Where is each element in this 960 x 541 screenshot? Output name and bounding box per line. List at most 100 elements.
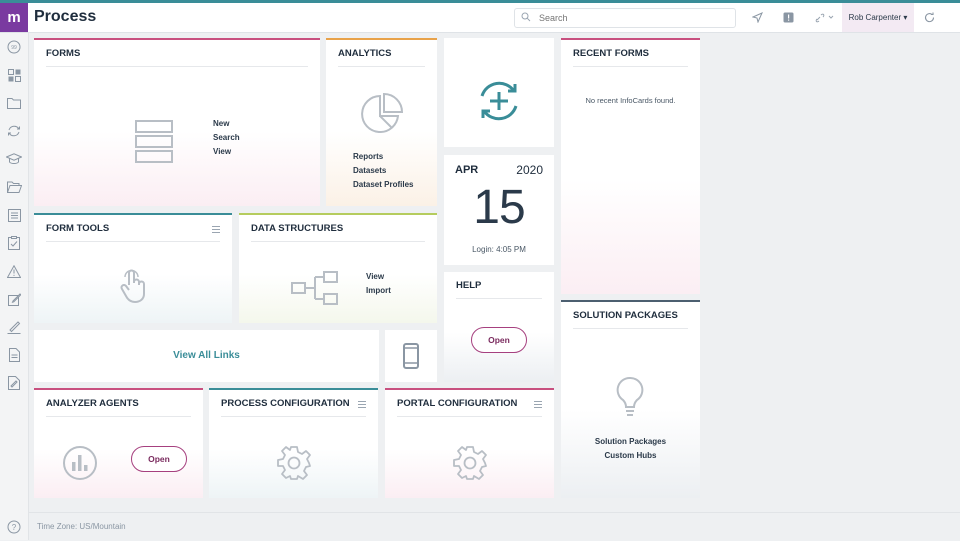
- divider: [46, 416, 191, 417]
- document-edit-icon: [8, 376, 20, 390]
- date-month: APR: [455, 164, 479, 176]
- pie-chart-icon: [361, 92, 404, 133]
- edit-icon: [7, 292, 21, 306]
- solution-packages-links: Solution Packages Custom Hubs: [561, 435, 700, 463]
- app-header: m Process Rob Carpenter ▾: [0, 3, 960, 33]
- touch-hand-icon: [120, 269, 145, 304]
- data-structures-link-view[interactable]: View: [366, 270, 391, 284]
- analytics-link-dataset-profiles[interactable]: Dataset Profiles: [353, 178, 413, 192]
- sidebar-item-edit[interactable]: [6, 291, 22, 307]
- card-title: ANALYZER AGENTS: [46, 398, 139, 409]
- sidebar-item-open-folder[interactable]: [6, 179, 22, 195]
- alert-icon[interactable]: [783, 12, 794, 23]
- forms-link-new[interactable]: New: [213, 117, 240, 131]
- search-icon: [521, 12, 531, 22]
- forms-link-view[interactable]: View: [213, 145, 240, 159]
- send-icon[interactable]: [752, 12, 763, 23]
- gear-icon: [277, 446, 311, 480]
- sidebar-nav: 99 ?: [0, 33, 29, 540]
- empty-state-text: No recent InfoCards found.: [585, 96, 676, 105]
- analytics-link-datasets[interactable]: Datasets: [353, 164, 413, 178]
- date-day: 15: [473, 181, 525, 234]
- card-title: FORMS: [46, 48, 81, 59]
- app-logo[interactable]: m: [0, 3, 28, 32]
- custom-hubs-link[interactable]: Custom Hubs: [561, 449, 700, 463]
- sidebar-item-document-edit[interactable]: [6, 375, 22, 391]
- divider: [46, 66, 308, 67]
- clipboard-check-icon: [8, 236, 20, 250]
- sidebar-item-signature[interactable]: [6, 319, 22, 335]
- card-title: RECENT FORMS: [573, 48, 649, 59]
- card-add[interactable]: [444, 38, 554, 147]
- sidebar-item-dashboard[interactable]: [6, 67, 22, 83]
- hamburger-menu-icon[interactable]: [212, 226, 220, 233]
- view-all-links-link[interactable]: View All Links: [34, 350, 379, 361]
- document-icon: [8, 348, 20, 362]
- sidebar-item-folder[interactable]: [6, 95, 22, 111]
- divider: [251, 241, 425, 242]
- hierarchy-icon: [291, 271, 338, 305]
- logout-icon[interactable]: [924, 12, 935, 23]
- data-structures-links: View Import: [366, 270, 391, 298]
- signature-icon: [7, 320, 21, 334]
- card-title: PORTAL CONFIGURATION: [397, 398, 518, 409]
- help-open-button[interactable]: Open: [471, 327, 527, 353]
- analytics-link-reports[interactable]: Reports: [353, 150, 413, 164]
- folder-icon: [7, 98, 21, 109]
- sidebar-item-home[interactable]: 99: [6, 39, 22, 55]
- sidebar-help[interactable]: ?: [6, 519, 22, 535]
- sidebar-item-document[interactable]: [6, 347, 22, 363]
- card-forms: FORMS New Search View: [34, 38, 320, 206]
- gear-icon: [453, 446, 487, 480]
- timezone-text: Time Zone: US/Mountain: [37, 522, 126, 531]
- card-title: HELP: [456, 280, 482, 291]
- card-date: APR 2020 15 Login: 4:05 PM: [444, 155, 554, 265]
- data-structures-link-import[interactable]: Import: [366, 284, 391, 298]
- svg-text:?: ?: [12, 523, 17, 532]
- card-analytics: ANALYTICS Reports Datasets Dataset Profi…: [326, 38, 437, 206]
- graduation-cap-icon: [6, 153, 22, 164]
- card-title: PROCESS CONFIGURATION: [221, 398, 350, 409]
- add-refresh-icon: [480, 81, 518, 121]
- card-form-tools: FORM TOOLS: [34, 213, 232, 323]
- card-view-all-links: View All Links: [34, 330, 379, 382]
- divider: [221, 416, 366, 417]
- list-icon: [7, 208, 21, 222]
- divider: [46, 241, 220, 242]
- user-menu[interactable]: Rob Carpenter ▾: [842, 3, 914, 32]
- lightbulb-icon: [616, 376, 644, 416]
- analytics-links: Reports Datasets Dataset Profiles: [353, 150, 413, 192]
- divider: [397, 416, 542, 417]
- form-stack-icon: [135, 120, 173, 163]
- card-title: ANALYTICS: [338, 48, 392, 59]
- hamburger-menu-icon[interactable]: [534, 401, 542, 408]
- sidebar-item-clipboard[interactable]: [6, 235, 22, 251]
- forms-links: New Search View: [213, 117, 240, 159]
- bar-chart-circle-icon: [63, 446, 97, 480]
- analyzer-open-button[interactable]: Open: [131, 446, 187, 472]
- divider: [573, 328, 688, 329]
- mobile-phone-icon: [403, 343, 419, 369]
- search-box[interactable]: [514, 8, 736, 28]
- link-dropdown-icon[interactable]: [815, 12, 835, 23]
- sidebar-item-warnings[interactable]: [6, 263, 22, 279]
- card-title: FORM TOOLS: [46, 223, 110, 234]
- login-time: Login: 4:05 PM: [472, 245, 526, 254]
- sidebar-item-learning[interactable]: [6, 151, 22, 167]
- date-year: 2020: [516, 163, 543, 177]
- card-mobile[interactable]: [385, 330, 437, 382]
- sidebar-item-list[interactable]: [6, 207, 22, 223]
- dashboard-icon: [7, 68, 21, 82]
- forms-link-search[interactable]: Search: [213, 131, 240, 145]
- hamburger-menu-icon[interactable]: [358, 401, 366, 408]
- card-recent-forms: RECENT FORMS No recent InfoCards found.: [561, 38, 700, 294]
- warning-icon: [7, 264, 21, 278]
- page-title: Process: [34, 8, 97, 25]
- footer: Time Zone: US/Mountain: [29, 512, 960, 541]
- refresh-icon: [8, 125, 20, 137]
- solution-packages-link[interactable]: Solution Packages: [561, 435, 700, 449]
- divider: [338, 66, 425, 67]
- sidebar-item-refresh[interactable]: [6, 123, 22, 139]
- home-icon: 99: [7, 40, 21, 54]
- search-input[interactable]: [537, 10, 731, 26]
